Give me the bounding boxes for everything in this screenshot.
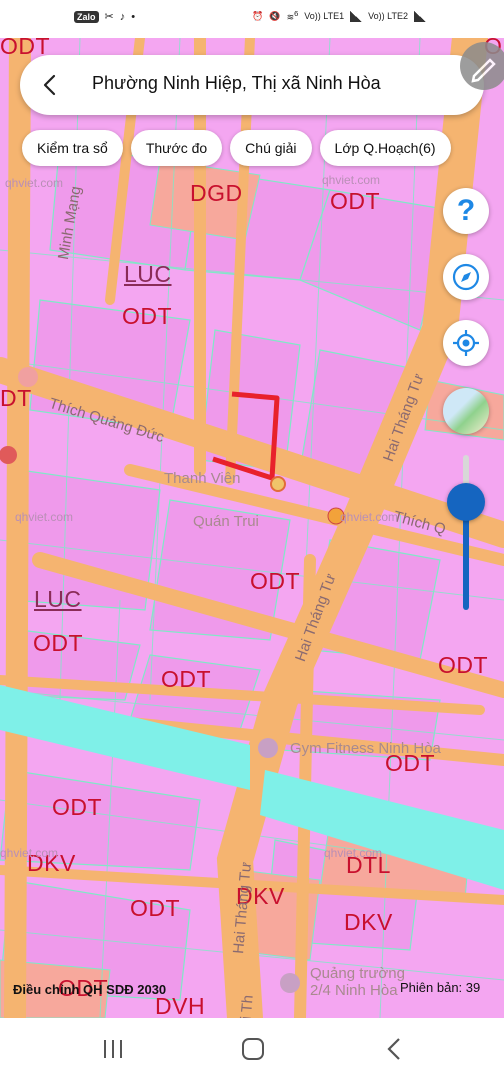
opacity-slider-knob[interactable] xyxy=(447,482,485,521)
check-title-chip[interactable]: Kiểm tra sổ xyxy=(22,130,123,166)
my-location-button[interactable] xyxy=(443,320,489,366)
draw-button[interactable] xyxy=(460,42,504,90)
compass-button[interactable] xyxy=(443,254,489,300)
lte1-label: Vo)) LTE1 xyxy=(304,11,345,21)
status-bar: Zalo ✂ ♪ • ⏰ 🔇 ≋6 Vo)) LTE1 Vo)) LTE2 xyxy=(0,0,504,38)
opacity-slider-track[interactable] xyxy=(463,455,469,610)
zone-label[interactable]: ODT xyxy=(130,895,180,922)
zone-label[interactable]: ODT xyxy=(161,666,211,693)
zone-label[interactable]: DT xyxy=(0,385,32,412)
watermark: qhviet.com xyxy=(5,176,64,190)
planning-layer-chip[interactable]: Lớp Q.Hoạch(6) xyxy=(319,130,451,166)
wifi-icon: ≋6 xyxy=(286,9,299,22)
watermark: qhviet.com xyxy=(15,510,74,524)
planning-map[interactable]: ODT ODT DGD ODT LUC ODT DT LUC ODT ODT O… xyxy=(0,38,504,1018)
poi-label[interactable]: Quảng trường 2/4 Ninh Hòa xyxy=(310,965,410,999)
tiktok-icon: ♪ xyxy=(119,10,126,23)
more-dot-icon: • xyxy=(131,10,136,23)
system-nav-bar xyxy=(0,1018,504,1080)
version-label: Phiên bản: 39 xyxy=(400,980,481,995)
poi-label[interactable]: Quán Trui xyxy=(193,513,259,530)
ruler-chip[interactable]: Thước đo xyxy=(130,130,223,166)
zone-label[interactable]: LUC xyxy=(34,586,82,613)
base-map-toggle-button[interactable] xyxy=(443,388,489,434)
help-button[interactable]: ? xyxy=(443,188,489,234)
zone-label[interactable]: ODT xyxy=(33,630,83,657)
zone-label[interactable]: ODT xyxy=(52,794,102,821)
plan-name-label: Điều chỉnh QH SDĐ 2030 xyxy=(13,982,167,997)
status-left: Zalo ✂ ♪ • xyxy=(74,10,135,23)
zone-label[interactable]: DKV xyxy=(344,909,393,936)
back-arrow-icon[interactable] xyxy=(40,73,62,97)
zone-label[interactable]: LUC xyxy=(124,261,172,288)
alarm-icon: ⏰ xyxy=(252,10,264,21)
recent-apps-icon[interactable] xyxy=(102,1036,124,1062)
compass-icon xyxy=(452,263,480,291)
signal-1-icon xyxy=(350,10,363,22)
poi-label[interactable]: Thanh Viên xyxy=(164,470,240,487)
zalo-icon: Zalo xyxy=(74,10,99,23)
status-right: ⏰ 🔇 ≋6 Vo)) LTE1 Vo)) LTE2 xyxy=(252,9,426,23)
location-title[interactable]: Phường Ninh Hiệp, Thị xã Ninh Hòa xyxy=(92,73,381,94)
pen-icon xyxy=(471,58,496,83)
legend-chip[interactable]: Chú giải xyxy=(230,130,312,166)
zone-label[interactable]: ODT xyxy=(438,652,488,679)
capcut-icon: ✂ xyxy=(104,11,114,23)
poi-label[interactable]: Gym Fitness Ninh Hòa xyxy=(290,740,441,757)
search-bar[interactable]: Phường Ninh Hiệp, Thị xã Ninh Hòa xyxy=(20,55,484,115)
signal-2-icon xyxy=(414,10,426,22)
zone-label[interactable]: ODT xyxy=(330,188,380,215)
street-label: Hai Th xyxy=(236,994,257,1018)
watermark: qhviet.com xyxy=(0,846,59,860)
help-icon: ? xyxy=(456,194,476,227)
zone-label[interactable]: ODT xyxy=(122,303,172,330)
toolbar-chips: Kiểm tra sổ Thước đo Chú giải Lớp Q.Hoạc… xyxy=(22,130,451,166)
zone-label[interactable]: DGD xyxy=(190,180,243,207)
zone-label[interactable]: ODT xyxy=(250,568,300,595)
back-nav-icon[interactable] xyxy=(384,1036,404,1062)
crosshair-icon xyxy=(453,330,479,356)
mute-icon: 🔇 xyxy=(269,10,281,21)
lte2-label: Vo)) LTE2 xyxy=(368,11,408,21)
watermark: qhviet.com xyxy=(322,173,381,187)
watermark: qhviet.com xyxy=(324,846,383,860)
home-icon[interactable] xyxy=(240,1036,266,1062)
watermark: qhviet.com xyxy=(340,510,399,524)
